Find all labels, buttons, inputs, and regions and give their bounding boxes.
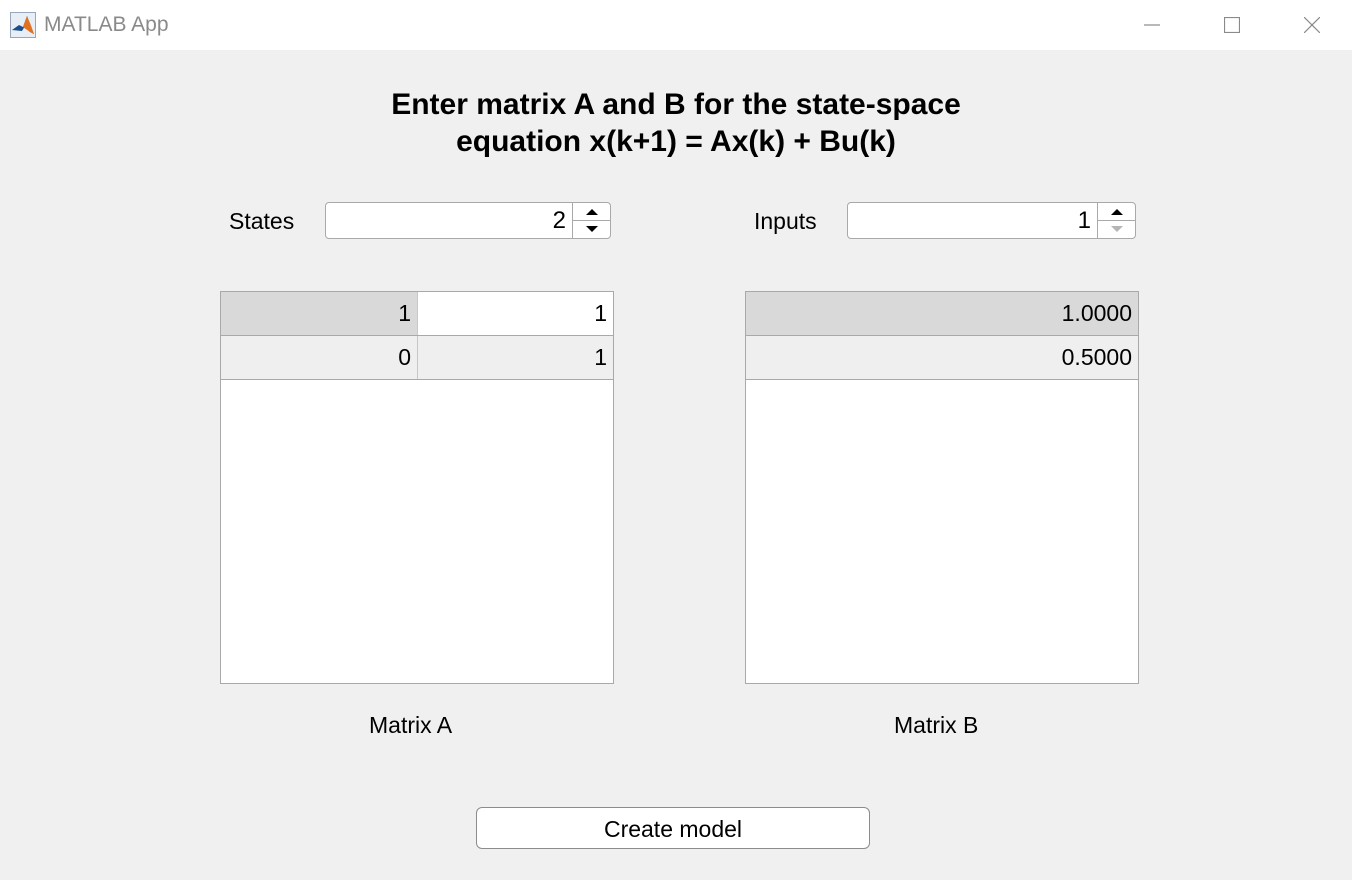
table-row[interactable]: 0.5000 [746, 336, 1138, 380]
maximize-button[interactable] [1192, 0, 1272, 50]
states-spinner[interactable]: 2 [325, 202, 611, 239]
states-value[interactable]: 2 [553, 207, 566, 235]
minimize-button[interactable] [1112, 0, 1192, 50]
matrix-b-table[interactable]: 1.0000 0.5000 [745, 291, 1139, 684]
table-cell[interactable]: 1.0000 [746, 292, 1138, 335]
states-spinner-arrows [572, 203, 610, 238]
close-button[interactable] [1272, 0, 1352, 50]
page-title-line-1: Enter matrix A and B for the state-space [391, 88, 961, 121]
table-row[interactable]: 1 1 [221, 292, 613, 336]
inputs-spinner[interactable]: 1 [847, 202, 1136, 239]
inputs-spinner-arrows [1097, 203, 1135, 238]
create-model-button[interactable]: Create model [476, 807, 870, 849]
table-cell[interactable]: 1 [418, 336, 613, 379]
table-cell[interactable]: 0.5000 [746, 336, 1138, 379]
table-cell[interactable]: 1 [418, 292, 613, 335]
inputs-value[interactable]: 1 [1078, 207, 1091, 235]
matrix-b-label: Matrix B [894, 712, 979, 738]
close-icon [1304, 17, 1320, 33]
arrow-down-icon[interactable] [583, 221, 601, 237]
maximize-icon [1224, 17, 1240, 33]
page-title-line-2: equation x(k+1) = Ax(k) + Bu(k) [456, 125, 896, 158]
window-title: MATLAB App [44, 13, 169, 36]
page-title: Enter matrix A and B for the state-space… [276, 86, 1076, 160]
table-row[interactable]: 1.0000 [746, 292, 1138, 336]
arrow-up-icon[interactable] [583, 204, 601, 220]
inputs-label: Inputs [754, 208, 817, 234]
matrix-a-table[interactable]: 1 1 0 1 [220, 291, 614, 684]
arrow-down-icon-disabled[interactable] [1108, 221, 1126, 237]
table-cell[interactable]: 1 [221, 292, 418, 335]
table-row[interactable]: 0 1 [221, 336, 613, 380]
minimize-icon [1144, 24, 1160, 26]
title-bar: MATLAB App [0, 0, 1352, 50]
arrow-up-icon[interactable] [1108, 204, 1126, 220]
states-label: States [229, 208, 295, 234]
matrix-a-label: Matrix A [369, 712, 453, 738]
table-cell[interactable]: 0 [221, 336, 418, 379]
matlab-logo-icon [10, 12, 36, 38]
